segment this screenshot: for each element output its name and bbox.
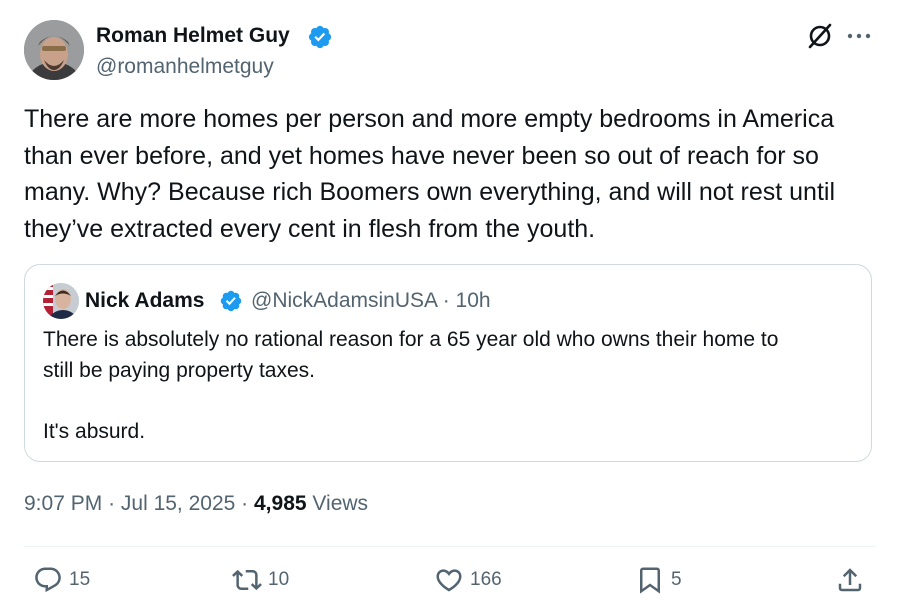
verified-badge-icon (308, 25, 332, 49)
share-icon (838, 568, 862, 592)
quoted-verified-badge-icon (220, 290, 242, 312)
separator-dot: · (442, 289, 456, 312)
quoted-author-handle[interactable]: @NickAdamsinUSA (251, 289, 437, 312)
quoted-timestamp[interactable]: 10h (456, 289, 491, 312)
grok-icon[interactable] (806, 22, 834, 50)
tweet-time[interactable]: 9:07 PM (24, 492, 102, 515)
like-button[interactable]: 166 (434, 564, 502, 596)
bookmark-count: 5 (671, 569, 682, 590)
like-icon (436, 569, 462, 592)
author-handle[interactable]: @romanhelmetguy (96, 53, 274, 81)
quoted-author-avatar[interactable] (43, 283, 79, 319)
author-name[interactable]: Roman Helmet Guy (96, 22, 290, 50)
retweet-button[interactable]: 10 (232, 564, 289, 596)
quoted-tweet-text: There is absolutely no rational reason f… (43, 328, 779, 443)
retweet-count: 10 (268, 569, 290, 590)
quoted-author-name[interactable]: Nick Adams (85, 287, 204, 315)
divider (24, 546, 876, 547)
like-count: 166 (470, 569, 502, 590)
tweet-date[interactable]: Jul 15, 2025 (121, 492, 235, 515)
views-label: Views (312, 492, 369, 515)
separator-dot: · (241, 492, 254, 515)
reply-count: 15 (69, 569, 91, 590)
bookmark-icon (640, 567, 660, 594)
bookmark-button[interactable]: 5 (635, 564, 682, 596)
tweet-text: There are more homes per person and more… (24, 105, 836, 243)
quoted-tweet-card[interactable]: Nick Adams @NickAdamsinUSA · 10h There i… (24, 264, 872, 462)
share-button[interactable] (835, 564, 865, 596)
author-avatar[interactable] (24, 20, 84, 80)
tweet-meta-row: 9:07 PM · Jul 15, 2025 · 4,985 Views (24, 490, 368, 518)
views-count: 4,985 (254, 492, 307, 515)
separator-dot: · (108, 492, 121, 515)
more-icon[interactable] (846, 30, 872, 42)
retweet-icon (232, 569, 262, 591)
reply-icon (35, 567, 61, 593)
quoted-meta: @NickAdamsinUSA · 10h (251, 287, 491, 315)
reply-button[interactable]: 15 (33, 564, 90, 596)
